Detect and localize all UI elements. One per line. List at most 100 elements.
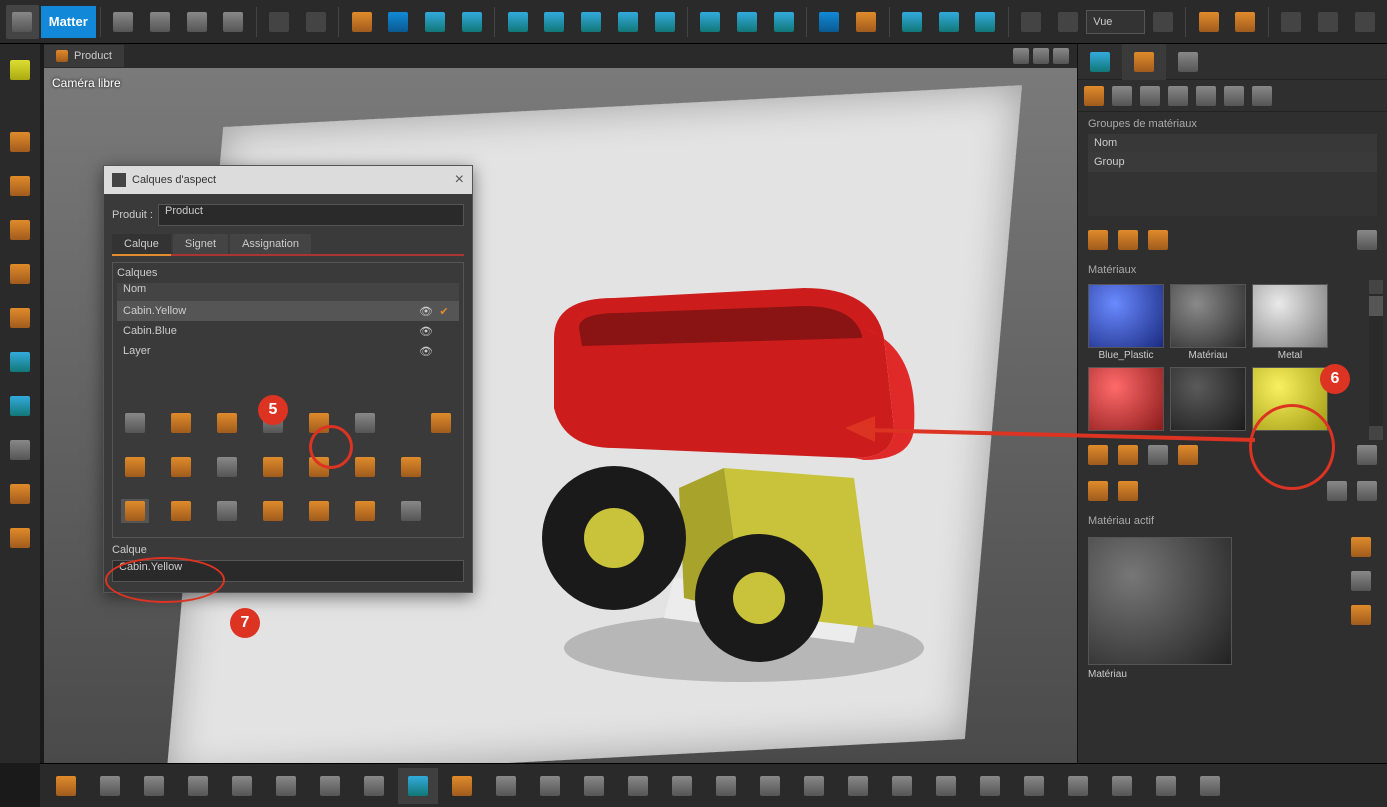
app-brand-button[interactable]: Matter bbox=[41, 6, 96, 38]
trash-icon[interactable] bbox=[1357, 230, 1377, 250]
globe-icon[interactable] bbox=[1168, 86, 1188, 106]
r3-i1-icon[interactable] bbox=[121, 499, 149, 523]
bt-list-button[interactable] bbox=[662, 768, 702, 804]
bt-stack-button[interactable] bbox=[530, 768, 570, 804]
r2-i2-icon[interactable] bbox=[167, 455, 195, 479]
bt-tag-button[interactable] bbox=[1102, 768, 1142, 804]
r3-i4-icon[interactable] bbox=[259, 499, 287, 523]
bt-render-button[interactable] bbox=[46, 768, 86, 804]
view-dropdown[interactable]: Vue bbox=[1086, 10, 1144, 34]
layer-x-button[interactable] bbox=[2, 124, 38, 160]
open-button[interactable] bbox=[143, 5, 176, 39]
bt-img2-button[interactable] bbox=[134, 768, 174, 804]
cross-trash-icon[interactable] bbox=[1357, 481, 1377, 501]
edit-material-icon[interactable] bbox=[1178, 445, 1198, 465]
r2-i7-icon[interactable] bbox=[397, 455, 425, 479]
bt-star-button[interactable] bbox=[838, 768, 878, 804]
end3-button[interactable] bbox=[1348, 5, 1381, 39]
walk-button[interactable] bbox=[611, 5, 644, 39]
obj2-button[interactable] bbox=[932, 5, 965, 39]
rp-tab-1[interactable] bbox=[1078, 44, 1122, 80]
dialog-tab-calque[interactable]: Calque bbox=[112, 234, 171, 256]
bt-glasses-button[interactable] bbox=[1058, 768, 1098, 804]
plane-button[interactable] bbox=[575, 5, 608, 39]
back-button[interactable] bbox=[1015, 5, 1048, 39]
move-button[interactable] bbox=[694, 5, 727, 39]
layer-row[interactable]: Cabin.Yellow 👁 ✔ bbox=[117, 301, 459, 321]
lightning3-button[interactable] bbox=[2, 212, 38, 248]
bt-stack3-button[interactable] bbox=[618, 768, 658, 804]
arrow-tool-button[interactable] bbox=[6, 5, 39, 39]
end2-button[interactable] bbox=[1312, 5, 1345, 39]
scale-button[interactable] bbox=[767, 5, 800, 39]
bt-material-button[interactable] bbox=[398, 768, 438, 804]
dialog-tab-assignation[interactable]: Assignation bbox=[230, 234, 311, 254]
end1-button[interactable] bbox=[1275, 5, 1308, 39]
trash-layer-icon[interactable] bbox=[427, 411, 455, 435]
bt-clap-button[interactable] bbox=[266, 768, 306, 804]
visibility-icon[interactable]: 👁 bbox=[417, 345, 435, 358]
visibility-icon[interactable]: 👁 bbox=[417, 305, 435, 318]
r3-i6-icon[interactable] bbox=[351, 499, 379, 523]
pan-button[interactable] bbox=[382, 5, 415, 39]
rx2-button[interactable] bbox=[2, 520, 38, 556]
nav-orbit-button[interactable] bbox=[455, 5, 488, 39]
r2-i4-icon[interactable] bbox=[259, 455, 287, 479]
landscape-icon[interactable] bbox=[1140, 86, 1160, 106]
material-sphere-icon[interactable] bbox=[1084, 86, 1104, 106]
bt-scene-button[interactable] bbox=[882, 768, 922, 804]
duplicate-layer-icon[interactable] bbox=[213, 411, 241, 435]
select-button[interactable] bbox=[345, 5, 378, 39]
product-input[interactable]: Product bbox=[158, 204, 464, 226]
dash-icon[interactable] bbox=[1033, 48, 1049, 64]
image-button[interactable] bbox=[2, 432, 38, 468]
save-button[interactable] bbox=[180, 5, 213, 39]
bt-sun-button[interactable] bbox=[222, 768, 262, 804]
visibility-icon[interactable]: 👁 bbox=[417, 325, 435, 338]
bt-ring-button[interactable] bbox=[1146, 768, 1186, 804]
bt-measure-button[interactable] bbox=[970, 768, 1010, 804]
check-mark-icon[interactable] bbox=[1351, 605, 1371, 625]
sphere-icon[interactable] bbox=[1148, 445, 1168, 465]
redo-button[interactable] bbox=[299, 5, 332, 39]
lightning-button[interactable] bbox=[2, 52, 38, 88]
dialog-tab-signet[interactable]: Signet bbox=[173, 234, 228, 254]
r3-i5-icon[interactable] bbox=[305, 499, 333, 523]
new-file-button[interactable] bbox=[107, 5, 140, 39]
bt-sliders-button[interactable] bbox=[354, 768, 394, 804]
scroll-down-icon[interactable] bbox=[1369, 426, 1383, 440]
rotate3d-button[interactable] bbox=[731, 5, 764, 39]
bt-joy-button[interactable] bbox=[310, 768, 350, 804]
material-item[interactable]: Blue_Plastic bbox=[1088, 284, 1164, 361]
explode2-button[interactable] bbox=[850, 5, 883, 39]
vis-button[interactable] bbox=[969, 5, 1002, 39]
edit-pencil-icon[interactable] bbox=[1351, 537, 1371, 557]
group-row[interactable]: Group bbox=[1088, 152, 1377, 172]
new-layer-icon[interactable] bbox=[167, 411, 195, 435]
save-mat-icon[interactable] bbox=[1118, 481, 1138, 501]
target-icon[interactable] bbox=[1196, 86, 1216, 106]
r3-i2-icon[interactable] bbox=[167, 499, 195, 523]
material-item[interactable]: Matériau bbox=[1170, 284, 1246, 361]
bt-globe3-button[interactable] bbox=[794, 768, 834, 804]
material-item[interactable] bbox=[1252, 367, 1328, 433]
bt-pen-button[interactable] bbox=[1014, 768, 1054, 804]
scroll-up-icon[interactable] bbox=[1369, 280, 1383, 294]
r2-i6-icon[interactable] bbox=[351, 455, 379, 479]
rp-tab-library[interactable] bbox=[1122, 44, 1166, 80]
rect2-button[interactable] bbox=[2, 300, 38, 336]
dialog-close-button[interactable]: × bbox=[455, 171, 464, 189]
brush-icon[interactable] bbox=[1148, 230, 1168, 250]
scroll-thumb[interactable] bbox=[1369, 296, 1383, 316]
fit-button[interactable] bbox=[501, 5, 534, 39]
active-sphere-icon[interactable] bbox=[1351, 571, 1371, 591]
layer-name-input[interactable]: Cabin.Yellow bbox=[112, 560, 464, 582]
bt-film-button[interactable] bbox=[926, 768, 966, 804]
zoom-refresh-button[interactable] bbox=[538, 5, 571, 39]
layer-gray1-icon[interactable] bbox=[259, 411, 287, 435]
checker-icon[interactable] bbox=[1112, 86, 1132, 106]
r2-i5-icon[interactable] bbox=[305, 455, 333, 479]
eye-circle-button[interactable] bbox=[2, 344, 38, 380]
obj1-button[interactable] bbox=[896, 5, 929, 39]
person-button[interactable] bbox=[648, 5, 681, 39]
